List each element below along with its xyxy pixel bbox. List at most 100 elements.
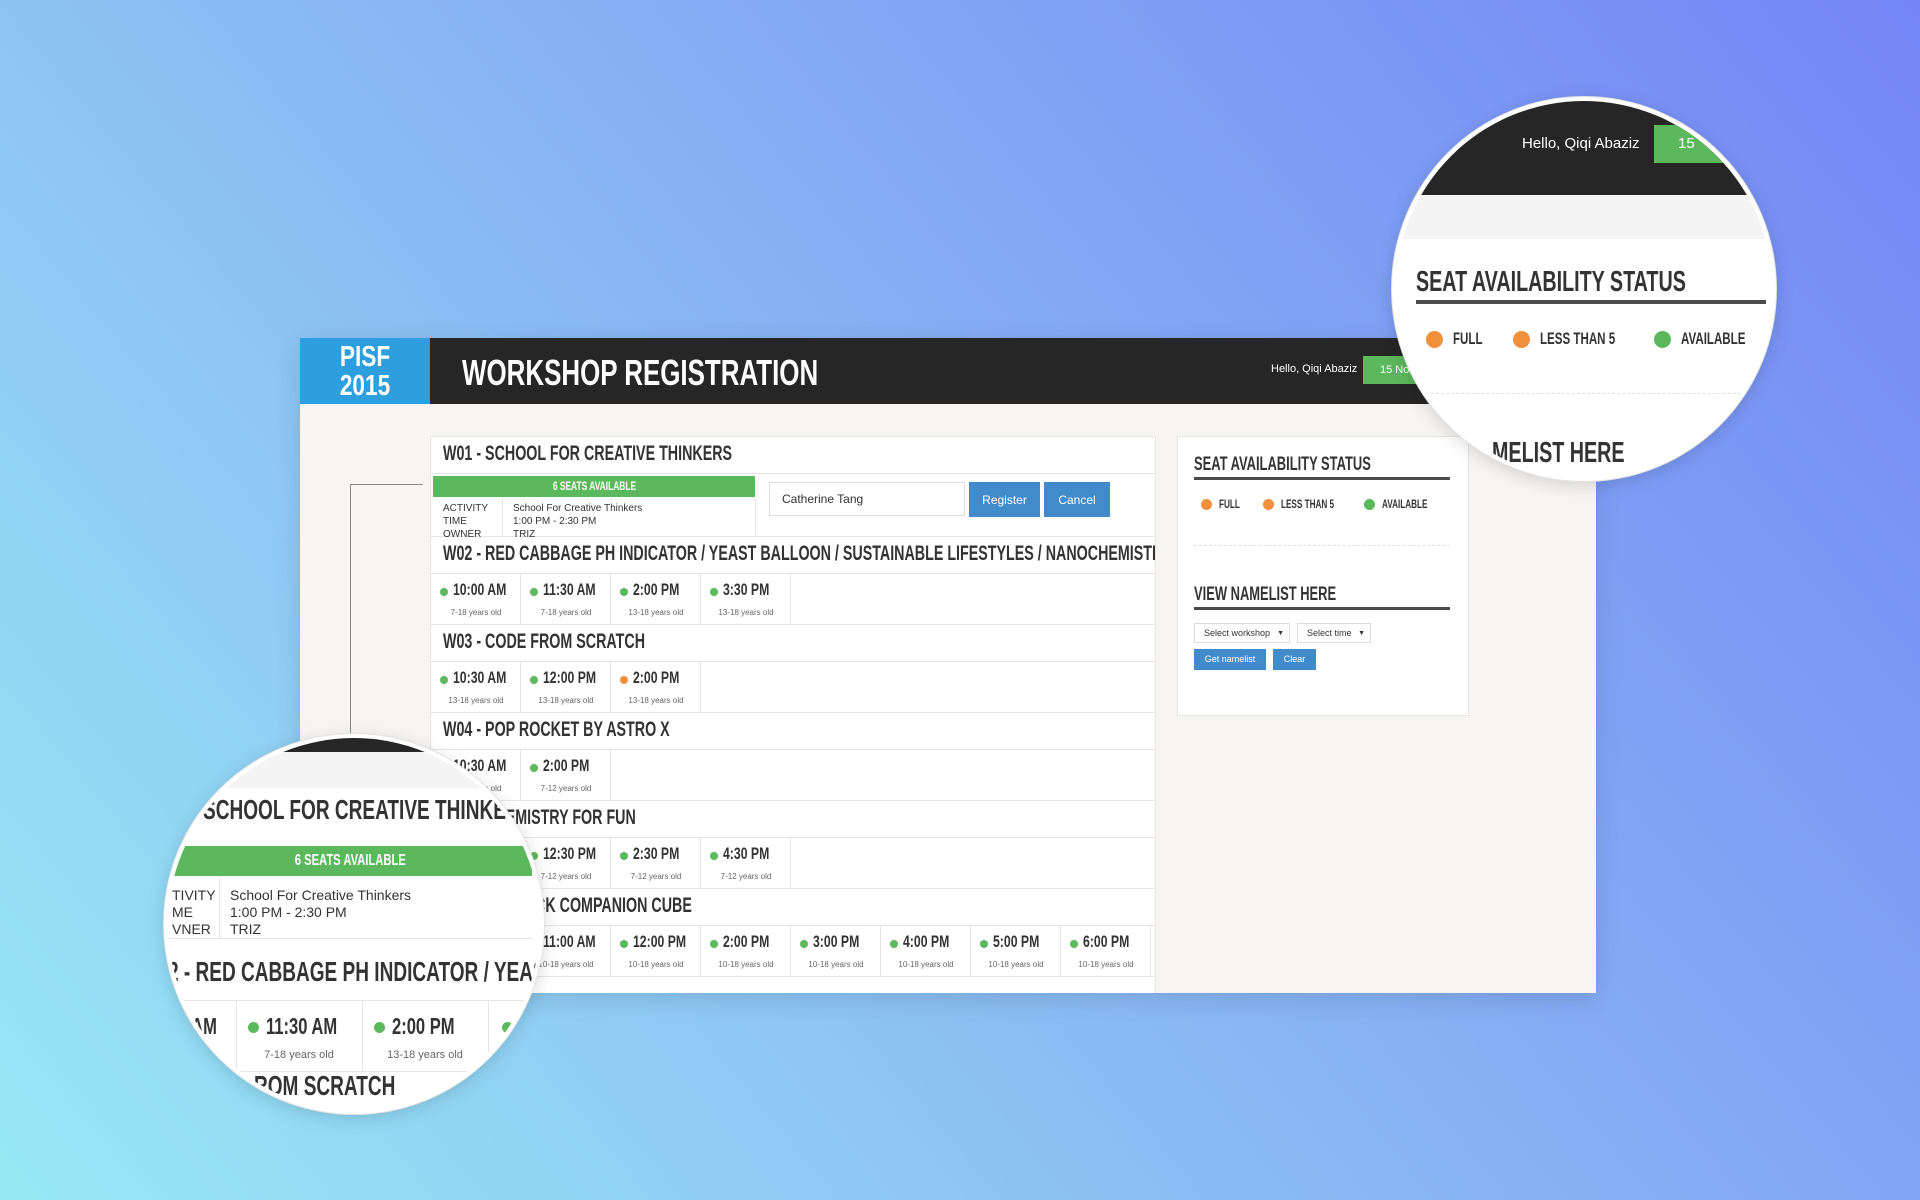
- slot-time: 2:00 PM: [723, 932, 770, 951]
- available-dot-icon: [620, 940, 628, 948]
- time-slot[interactable]: 2:30 PM 7-12 years old: [611, 838, 701, 888]
- available-dot-icon: [440, 676, 448, 684]
- info-labels: ACTIVITY TIME OWNER: [433, 499, 503, 540]
- info-values: School For Creative Thinkers 1:00 PM - 2…: [513, 502, 642, 541]
- zoom-greeting: Hello, Qiqi Abaziz: [1522, 135, 1640, 152]
- time-slot[interactable]: 12:00 PM 13-18 years old: [521, 662, 611, 712]
- slot-age: 13-18 years old: [538, 696, 594, 705]
- zoom-seats-label: 6 SEATS AVAILABLE: [294, 852, 406, 869]
- less-dot-icon: [1513, 330, 1530, 348]
- zoom-slot[interactable]: 2:00 PM 13-18 years old: [362, 1001, 489, 1071]
- time-slot[interactable]: 6:00 PM 10-18 years old: [1061, 926, 1151, 976]
- slot-time: 2:00 PM: [633, 668, 680, 687]
- slot-time: 2:30 PM: [633, 844, 680, 863]
- available-dot-icon: [890, 940, 898, 948]
- label-activity: ACTIVITY: [443, 503, 489, 514]
- time-slot-row: 10:00 AM 7-18 years old 11:30 AM 7-18 years…: [431, 574, 1155, 625]
- zoom-status-heading: SEAT AVAILABILITY STATUS: [1416, 266, 1766, 304]
- slot-time: 12:30 PM: [543, 844, 597, 863]
- legend-label: FULL: [1219, 497, 1240, 511]
- zoom-value-activity: School For Creative Thinkers: [230, 887, 412, 903]
- workshop-header: W05 - CHEMISTRY FOR FUN: [431, 801, 1155, 838]
- zoom-gray-band: [1396, 195, 1772, 239]
- time-slot[interactable]: 4:00 PM 10-18 years old: [881, 926, 971, 976]
- time-slot[interactable]: 5:00 PM 10-18 years old: [971, 926, 1061, 976]
- value-activity: School For Creative Thinkers: [513, 503, 643, 514]
- legend-full: FULL: [1201, 497, 1250, 511]
- participant-name-input[interactable]: [769, 482, 965, 516]
- time-slot[interactable]: 3:30 PM 13-18 years old: [701, 574, 791, 624]
- zoom-legend-label: LESS THAN 5: [1540, 329, 1616, 348]
- zoom-w03-title: ROM SCRATCH: [254, 1070, 396, 1101]
- zoom-value-owner: TRIZ: [230, 921, 262, 937]
- zoom-gray-band: [168, 752, 540, 788]
- status-panel: SEAT AVAILABILITY STATUS FULL LESS THAN …: [1177, 436, 1469, 716]
- zoom-legend-label: FULL: [1453, 329, 1483, 348]
- zoom-slot-age: old: [194, 1049, 209, 1061]
- available-dot-icon: [1654, 330, 1671, 348]
- w01-details: 6 SEATS AVAILABLE ACTIVITY TIME OWNER Sc…: [431, 474, 1155, 540]
- zoom-divider: [1416, 393, 1766, 394]
- zoom-slot-time: 2:00 PM: [392, 1013, 455, 1039]
- time-slot[interactable]: 2:00 PM 10-18 years old: [701, 926, 791, 976]
- legend-less-than-5: LESS THAN 5: [1263, 497, 1359, 511]
- zoom-status-title: SEAT AVAILABILITY STATUS: [1416, 266, 1686, 298]
- less-dot-icon: [620, 676, 628, 684]
- slot-age: 7-18 years old: [540, 608, 592, 617]
- zoom-label-activity: TIVITY: [172, 887, 216, 903]
- select-time-dropdown[interactable]: Select time ▼: [1297, 623, 1371, 643]
- time-slot[interactable]: 10:30 AM 13-18 years old: [431, 662, 521, 712]
- less-dot-icon: [1263, 498, 1274, 510]
- zoom-slot-time: 11:30 AM: [266, 1013, 338, 1039]
- time-slot[interactable]: 2:00 PM 13-18 years old: [611, 662, 701, 712]
- slot-age: 13-18 years old: [628, 608, 684, 617]
- zoom-w02-title: 2 - RED CABBAGE PH INDICATOR / YEAST BA: [168, 956, 540, 987]
- full-dot-icon: [1426, 330, 1443, 348]
- register-button[interactable]: Register: [969, 482, 1040, 517]
- legend-label: LESS THAN 5: [1281, 497, 1335, 511]
- label-time: TIME: [443, 516, 467, 527]
- available-dot-icon: [620, 852, 628, 860]
- slot-age: 13-18 years old: [628, 696, 684, 705]
- zoom-slot[interactable]: 11:30 AM 7-18 years old: [236, 1001, 363, 1071]
- cancel-button[interactable]: Cancel: [1044, 482, 1110, 517]
- time-slot[interactable]: 11:30 AM 7-18 years old: [521, 574, 611, 624]
- slot-time: 3:30 PM: [723, 580, 770, 599]
- status-heading: SEAT AVAILABILITY STATUS: [1194, 451, 1450, 480]
- zoom-info-table: TIVITY ME VNER School For Creative Think…: [168, 878, 532, 939]
- time-slot[interactable]: 2:00 PM 13-18 years old: [611, 574, 701, 624]
- slot-time: 4:30 PM: [723, 844, 770, 863]
- zoom-slot-age: 7-18 years old: [264, 1049, 334, 1061]
- get-namelist-button[interactable]: Get namelist: [1194, 649, 1266, 670]
- slot-time: 6:00 PM: [1083, 932, 1130, 951]
- available-dot-icon: [530, 676, 538, 684]
- time-slot[interactable]: 12:00 PM 10-18 years old: [611, 926, 701, 976]
- workshop-header: W02 - RED CABBAGE PH INDICATOR / YEAST B…: [431, 537, 1155, 574]
- zoom-label-time: ME: [172, 904, 193, 920]
- select-workshop-dropdown[interactable]: Select workshop ▼: [1194, 623, 1290, 643]
- user-greeting: Hello, Qiqi Abaziz: [1271, 363, 1358, 375]
- zoom-legend-full: FULL: [1426, 329, 1496, 349]
- time-slot-row: 11:00 AM7-12 years old12:30 PM7-12 years…: [431, 838, 1155, 889]
- zoom-slot[interactable]: 0 AM old: [168, 1001, 237, 1071]
- activity-info-table: ACTIVITY TIME OWNER School For Creative …: [433, 499, 756, 540]
- zoom-slot-time: 0 AM: [178, 1013, 217, 1039]
- available-dot-icon: [710, 588, 718, 596]
- available-dot-icon: [710, 940, 718, 948]
- slot-age: 10-18 years old: [988, 960, 1044, 969]
- time-slot[interactable]: 4:30 PM 7-12 years old: [701, 838, 791, 888]
- time-slot[interactable]: 3:00 PM 10-18 years old: [791, 926, 881, 976]
- available-dot-icon: [530, 588, 538, 596]
- select-time-value: Select time: [1307, 628, 1352, 638]
- slot-time: 5:00 PM: [993, 932, 1040, 951]
- workshop-title: W02 - RED CABBAGE PH INDICATOR / YEAST B…: [443, 542, 1156, 565]
- workshop-header: W03 - CODE FROM SCRATCH: [431, 625, 1155, 662]
- zoom-namelist-title: MELIST HERE: [1492, 437, 1625, 469]
- divider: [1194, 545, 1450, 546]
- slot-age: 7-12 years old: [720, 872, 772, 881]
- slot-time: 11:00 AM: [543, 932, 596, 951]
- pisf-logo[interactable]: PISF 2015: [300, 338, 430, 404]
- time-slot[interactable]: 10:00 AM 7-18 years old: [431, 574, 521, 624]
- clear-button[interactable]: Clear: [1273, 649, 1316, 670]
- slot-age: 10-18 years old: [898, 960, 954, 969]
